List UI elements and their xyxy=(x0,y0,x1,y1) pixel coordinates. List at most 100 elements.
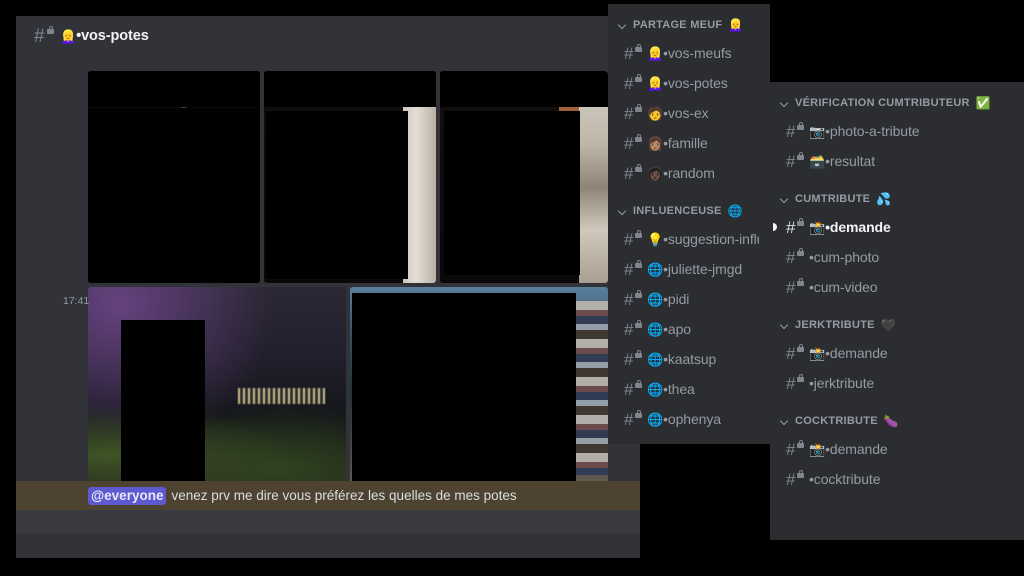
channel-emoji: 🌐 xyxy=(647,411,664,427)
channel-item[interactable]: # 🌐 •thea xyxy=(608,374,770,404)
channel-item[interactable]: # 📸 •demande xyxy=(770,338,1024,368)
message-list[interactable]: @everyone venez prv me dire vous préfére… xyxy=(16,56,640,534)
hash-lock-icon: # xyxy=(786,121,804,140)
chevron-down-icon xyxy=(780,320,790,330)
category-emoji: 💦 xyxy=(876,192,892,206)
app-window: # 👱‍♀️•vos-potes xyxy=(0,0,1024,576)
channel-item[interactable]: # 📸 •demande xyxy=(770,212,1024,242)
channel-name-label: 📸 •demande xyxy=(809,345,888,361)
channel-item[interactable]: # •cum-photo xyxy=(770,242,1024,272)
image-attachment-3[interactable] xyxy=(440,71,608,283)
channel-item[interactable]: # •jerktribute xyxy=(770,368,1024,398)
category-emoji: 🖤 xyxy=(880,318,896,332)
channel-name-text: •demande xyxy=(825,441,888,457)
category-label: JERKTRIBUTE xyxy=(795,319,875,331)
channel-item[interactable]: # 👩🏿 •random xyxy=(608,158,770,188)
channel-name-text: •juliette-jmgd xyxy=(663,261,743,277)
message-row-mention[interactable]: @everyone venez prv me dire vous préfére… xyxy=(16,481,640,510)
image-attachment-2[interactable] xyxy=(264,71,436,283)
channel-name-text: •photo-a-tribute xyxy=(825,123,920,139)
censor-block xyxy=(266,111,408,279)
attachment-grid-top xyxy=(88,71,608,283)
censor-block xyxy=(264,71,436,107)
hash-lock-icon: # xyxy=(624,103,642,122)
channel-name-label: 🌐 •thea xyxy=(647,381,695,397)
channel-emoji: 👩🏿 xyxy=(647,165,664,181)
channel-item[interactable]: # •cocktribute xyxy=(770,464,1024,494)
channel-item[interactable]: # 🌐 •juliette-jmgd xyxy=(608,254,770,284)
censor-block xyxy=(88,108,260,283)
channel-item[interactable]: # 🌐 •kaatsup xyxy=(608,344,770,374)
channel-item[interactable]: # 👩🏽 •famille xyxy=(608,128,770,158)
channel-item[interactable]: # 💡 •suggestion-influ xyxy=(608,224,770,254)
channel-item[interactable]: # 🌐 •apo xyxy=(608,314,770,344)
hash-lock-icon: # xyxy=(786,217,804,236)
hash-lock-icon: # xyxy=(624,289,642,308)
channel-emoji: 📸 xyxy=(809,345,826,361)
category-spacer xyxy=(770,176,1024,186)
hash-lock-icon: # xyxy=(786,373,804,392)
chevron-down-icon xyxy=(618,206,628,216)
channel-name-text: •resultat xyxy=(825,153,876,169)
mention-everyone[interactable]: @everyone xyxy=(88,486,167,505)
category-spacer xyxy=(770,398,1024,408)
channel-header: # 👱‍♀️ •vos-potes xyxy=(16,16,640,56)
channel-item[interactable]: # 🌐 •pidi xyxy=(608,284,770,314)
channel-name-text: •vos-meufs xyxy=(663,45,732,61)
category-emoji: 🍆 xyxy=(883,414,900,428)
channel-emoji: 🌐 xyxy=(647,351,664,367)
category-header[interactable]: VÉRIFICATION CUMTRIBUTEUR ✅ xyxy=(770,90,1024,116)
category-header[interactable]: CUMTRIBUTE 💦 xyxy=(770,186,1024,212)
channel-name-text: •jerktribute xyxy=(809,375,875,391)
chevron-down-icon xyxy=(780,416,790,426)
channel-item[interactable]: # 👱‍♀️ •vos-meufs xyxy=(608,38,770,68)
channel-item[interactable]: # 📸 •demande xyxy=(770,434,1024,464)
channel-item[interactable]: # 🧑 •vos-ex xyxy=(608,98,770,128)
hash-lock-icon: # xyxy=(624,163,642,182)
hash-lock-icon: # xyxy=(624,259,642,278)
category-header[interactable]: JERKTRIBUTE 🖤 xyxy=(770,312,1024,338)
channel-emoji: 🌐 xyxy=(647,261,664,277)
channel-sidebar-right[interactable]: VÉRIFICATION CUMTRIBUTEUR ✅ # 📷 •photo-a-tri… xyxy=(770,82,1024,540)
hash-lock-icon: # xyxy=(786,343,804,362)
channel-emoji: 🧑 xyxy=(647,105,664,121)
channel-item[interactable]: # 🗃️ •resultat xyxy=(770,146,1024,176)
channel-name-label: 🗃️ •resultat xyxy=(809,153,875,169)
category-spacer xyxy=(770,494,1024,504)
hash-lock-icon: # xyxy=(786,439,804,458)
channel-item[interactable]: # 📷 •photo-a-tribute xyxy=(770,116,1024,146)
channel-name-label: 👱‍♀️ •vos-potes xyxy=(647,75,728,91)
channel-sidebar-middle[interactable]: PARTAGE MEUF 👱‍♀️ # 👱‍♀️ •vos-meufs # 👱‍♀️ •vos… xyxy=(608,4,770,444)
channel-name-label: 🌐 •apo xyxy=(647,321,691,337)
image-attachment-1[interactable] xyxy=(88,71,260,283)
channel-item[interactable]: # 👱‍♀️ •vos-potes xyxy=(608,68,770,98)
channel-name-label: 📸 •demande xyxy=(809,219,891,235)
channel-emoji: 🌐 xyxy=(647,291,664,307)
chevron-down-icon xyxy=(780,98,790,108)
message-input-bar[interactable] xyxy=(16,510,640,534)
chat-window: # 👱‍♀️•vos-potes xyxy=(16,16,640,558)
unread-indicator xyxy=(773,223,777,231)
category-header[interactable]: INFLUENCEUSE 🌐 xyxy=(608,198,770,224)
hash-lock-icon: # xyxy=(786,247,804,266)
channel-emoji: 💡 xyxy=(647,231,664,247)
hash-lock-icon: # xyxy=(786,277,804,296)
channel-name-text: •pidi xyxy=(663,291,690,307)
channel-name-label: •jerktribute xyxy=(809,375,874,391)
channel-emoji: 🌐 xyxy=(647,321,664,337)
channel-item[interactable]: # •cum-video xyxy=(770,272,1024,302)
category-emoji: 👱‍♀️ xyxy=(728,18,744,32)
channel-name-label: 🌐 •pidi xyxy=(647,291,689,307)
channel-item[interactable]: # 🌐 •ophenya xyxy=(608,404,770,434)
channel-name-text: •kaatsup xyxy=(663,351,717,367)
channel-emoji: 🌐 xyxy=(647,381,664,397)
channel-emoji: 📸 xyxy=(809,441,826,457)
channel-name-text: •vos-potes xyxy=(663,75,728,91)
channel-emoji: 👱‍♀️ xyxy=(647,45,664,61)
channel-name-label: 👩🏿 •random xyxy=(647,165,715,181)
category-header[interactable]: PARTAGE MEUF 👱‍♀️ xyxy=(608,12,770,38)
category-spacer xyxy=(608,188,770,198)
category-header[interactable]: COCKTRIBUTE 🍆 xyxy=(770,408,1024,434)
channel-name-label: 🌐 •kaatsup xyxy=(647,351,716,367)
censor-block xyxy=(444,111,580,275)
